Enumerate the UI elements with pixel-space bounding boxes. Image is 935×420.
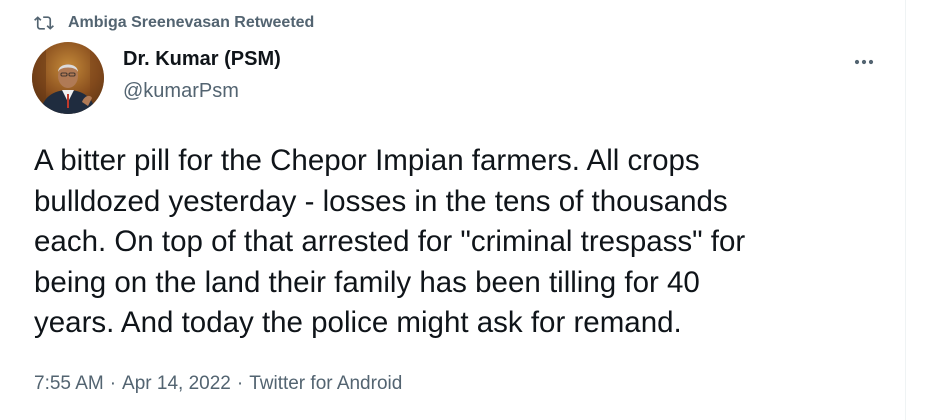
tweet-text: A bitter pill for the Chepor Impian farm… bbox=[34, 144, 746, 339]
author-display-name[interactable]: Dr. Kumar (PSM) bbox=[123, 48, 281, 71]
author-handle[interactable]: @kumarPsm bbox=[123, 80, 239, 103]
meta-separator: · bbox=[109, 373, 117, 394]
more-horizontal-icon bbox=[853, 53, 875, 71]
column-border bbox=[905, 0, 906, 420]
tweet-time[interactable]: 7:55 AM bbox=[34, 373, 104, 395]
more-options-button[interactable] bbox=[846, 48, 882, 76]
tweet-source[interactable]: Twitter for Android bbox=[249, 373, 402, 395]
meta-separator: · bbox=[236, 373, 244, 394]
tweet-date[interactable]: Apr 14, 2022 bbox=[122, 373, 231, 395]
retweet-label: Ambiga Sreenevasan Retweeted bbox=[68, 14, 315, 31]
retweet-icon bbox=[34, 13, 54, 33]
tweet-meta: 7:55 AM · Apr 14, 2022 · Twitter for And… bbox=[34, 373, 402, 395]
avatar[interactable] bbox=[32, 42, 104, 114]
retweet-context[interactable]: Ambiga Sreenevasan Retweeted bbox=[34, 12, 314, 34]
